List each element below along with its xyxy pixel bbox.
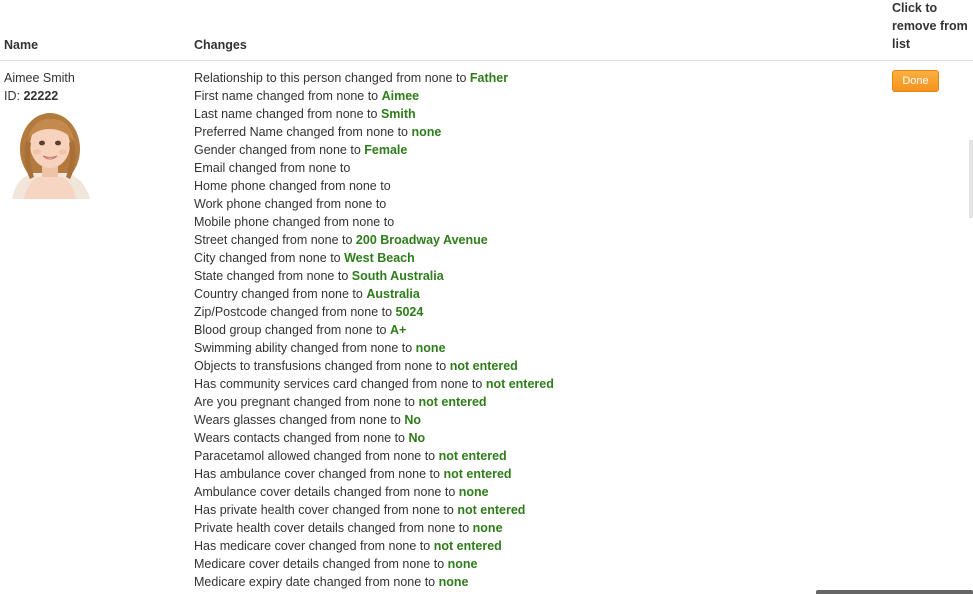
change-item: Mobile phone changed from none to [194,213,874,231]
column-header-changes: Changes [194,38,247,52]
change-text: Paracetamol allowed changed from none to [194,449,436,463]
change-item: Paracetamol allowed changed from none to… [194,447,874,465]
change-text: Are you pregnant changed from none to [194,395,415,409]
change-value: not entered [457,503,526,517]
change-text: Mobile phone changed from none to [194,215,395,229]
change-text: Wears contacts changed from none to [194,431,405,445]
changes-list: Relationship to this person changed from… [194,69,874,591]
scrollbar[interactable] [969,140,973,218]
change-value: not entered [443,467,512,481]
change-text: Blood group changed from none to [194,323,387,337]
change-text: Has private health cover changed from no… [194,503,454,517]
change-value: Smith [380,107,416,121]
bottom-edge-bar [816,590,973,594]
change-item: Medicare cover details changed from none… [194,555,874,573]
change-item: First name changed from none to Aimee [194,87,874,105]
change-item: Relationship to this person changed from… [194,69,874,87]
change-item: Last name changed from none to Smith [194,105,874,123]
change-text: Work phone changed from none to [194,197,387,211]
change-text: Medicare cover details changed from none… [194,557,445,571]
change-text: Zip/Postcode changed from none to [194,305,393,319]
change-item: Home phone changed from none to [194,177,874,195]
change-value: not entered [433,539,502,553]
change-item: Has ambulance cover changed from none to… [194,465,874,483]
change-text: Street changed from none to [194,233,353,247]
change-item: Private health cover details changed fro… [194,519,874,537]
change-text: Preferred Name changed from none to [194,125,409,139]
change-text: State changed from none to [194,269,349,283]
person-cell: Aimee Smith ID: 22222 [4,69,184,199]
done-button[interactable]: Done [892,70,939,92]
change-text: Private health cover details changed fro… [194,521,470,535]
change-value: 200 Broadway Avenue [355,233,488,247]
person-id: ID: 22222 [4,87,184,105]
column-header-remove: Click to remove from list [892,1,968,51]
change-value: Female [364,143,408,157]
change-value: West Beach [344,251,415,265]
change-text: Country changed from none to [194,287,363,301]
change-value: none [415,341,446,355]
change-text: Home phone changed from none to [194,179,391,193]
change-text: Wears glasses changed from none to [194,413,401,427]
change-item: Wears glasses changed from none to No [194,411,874,429]
change-text: Swimming ability changed from none to [194,341,413,355]
change-item: Zip/Postcode changed from none to 5024 [194,303,874,321]
change-value: Father [469,71,509,85]
person-photo [4,107,96,199]
change-item: Has private health cover changed from no… [194,501,874,519]
change-text: Relationship to this person changed from… [194,71,467,85]
change-value: none [447,557,478,571]
change-value: Australia [366,287,420,301]
child-portrait-image [4,107,96,199]
change-value: not entered [449,359,518,373]
change-value: none [458,485,489,499]
change-item: Country changed from none to Australia [194,285,874,303]
change-text: Medicare expiry date changed from none t… [194,575,436,589]
change-item: Ambulance cover details changed from non… [194,483,874,501]
change-value: none [472,521,503,535]
change-text: First name changed from none to [194,89,379,103]
change-item: Email changed from none to [194,159,874,177]
change-item: Gender changed from none to Female [194,141,874,159]
change-value: not entered [485,377,554,391]
change-value: 5024 [395,305,424,319]
person-id-label: ID: [4,89,20,103]
change-text: Gender changed from none to [194,143,361,157]
change-text: Has community services card changed from… [194,377,483,391]
change-value: A+ [389,323,407,337]
change-item: Street changed from none to 200 Broadway… [194,231,874,249]
change-item: Wears contacts changed from none to No [194,429,874,447]
person-name: Aimee Smith [4,71,75,85]
change-value: No [408,431,426,445]
change-item: Has community services card changed from… [194,375,874,393]
change-text: Has ambulance cover changed from none to [194,467,440,481]
change-text: Last name changed from none to [194,107,378,121]
change-text: Objects to transfusions changed from non… [194,359,447,373]
change-item: Work phone changed from none to [194,195,874,213]
change-item: State changed from none to South Austral… [194,267,874,285]
change-item: Swimming ability changed from none to no… [194,339,874,357]
change-item: Objects to transfusions changed from non… [194,357,874,375]
change-value: South Australia [351,269,444,283]
change-text: City changed from none to [194,251,341,265]
change-value: none [411,125,442,139]
change-value: none [438,575,469,589]
header-divider [0,60,973,61]
change-text: Has medicare cover changed from none to [194,539,431,553]
change-item: Are you pregnant changed from none to no… [194,393,874,411]
change-text: Email changed from none to [194,161,351,175]
change-item: Has medicare cover changed from none to … [194,537,874,555]
change-value: not entered [418,395,487,409]
change-value: No [404,413,421,427]
change-value: not entered [438,449,507,463]
change-item: City changed from none to West Beach [194,249,874,267]
change-item: Medicare expiry date changed from none t… [194,573,874,591]
change-item: Preferred Name changed from none to none [194,123,874,141]
person-id-value: 22222 [23,89,59,103]
change-value: Aimee [381,89,420,103]
change-text: Ambulance cover details changed from non… [194,485,456,499]
change-item: Blood group changed from none to A+ [194,321,874,339]
column-header-name: Name [4,38,39,52]
